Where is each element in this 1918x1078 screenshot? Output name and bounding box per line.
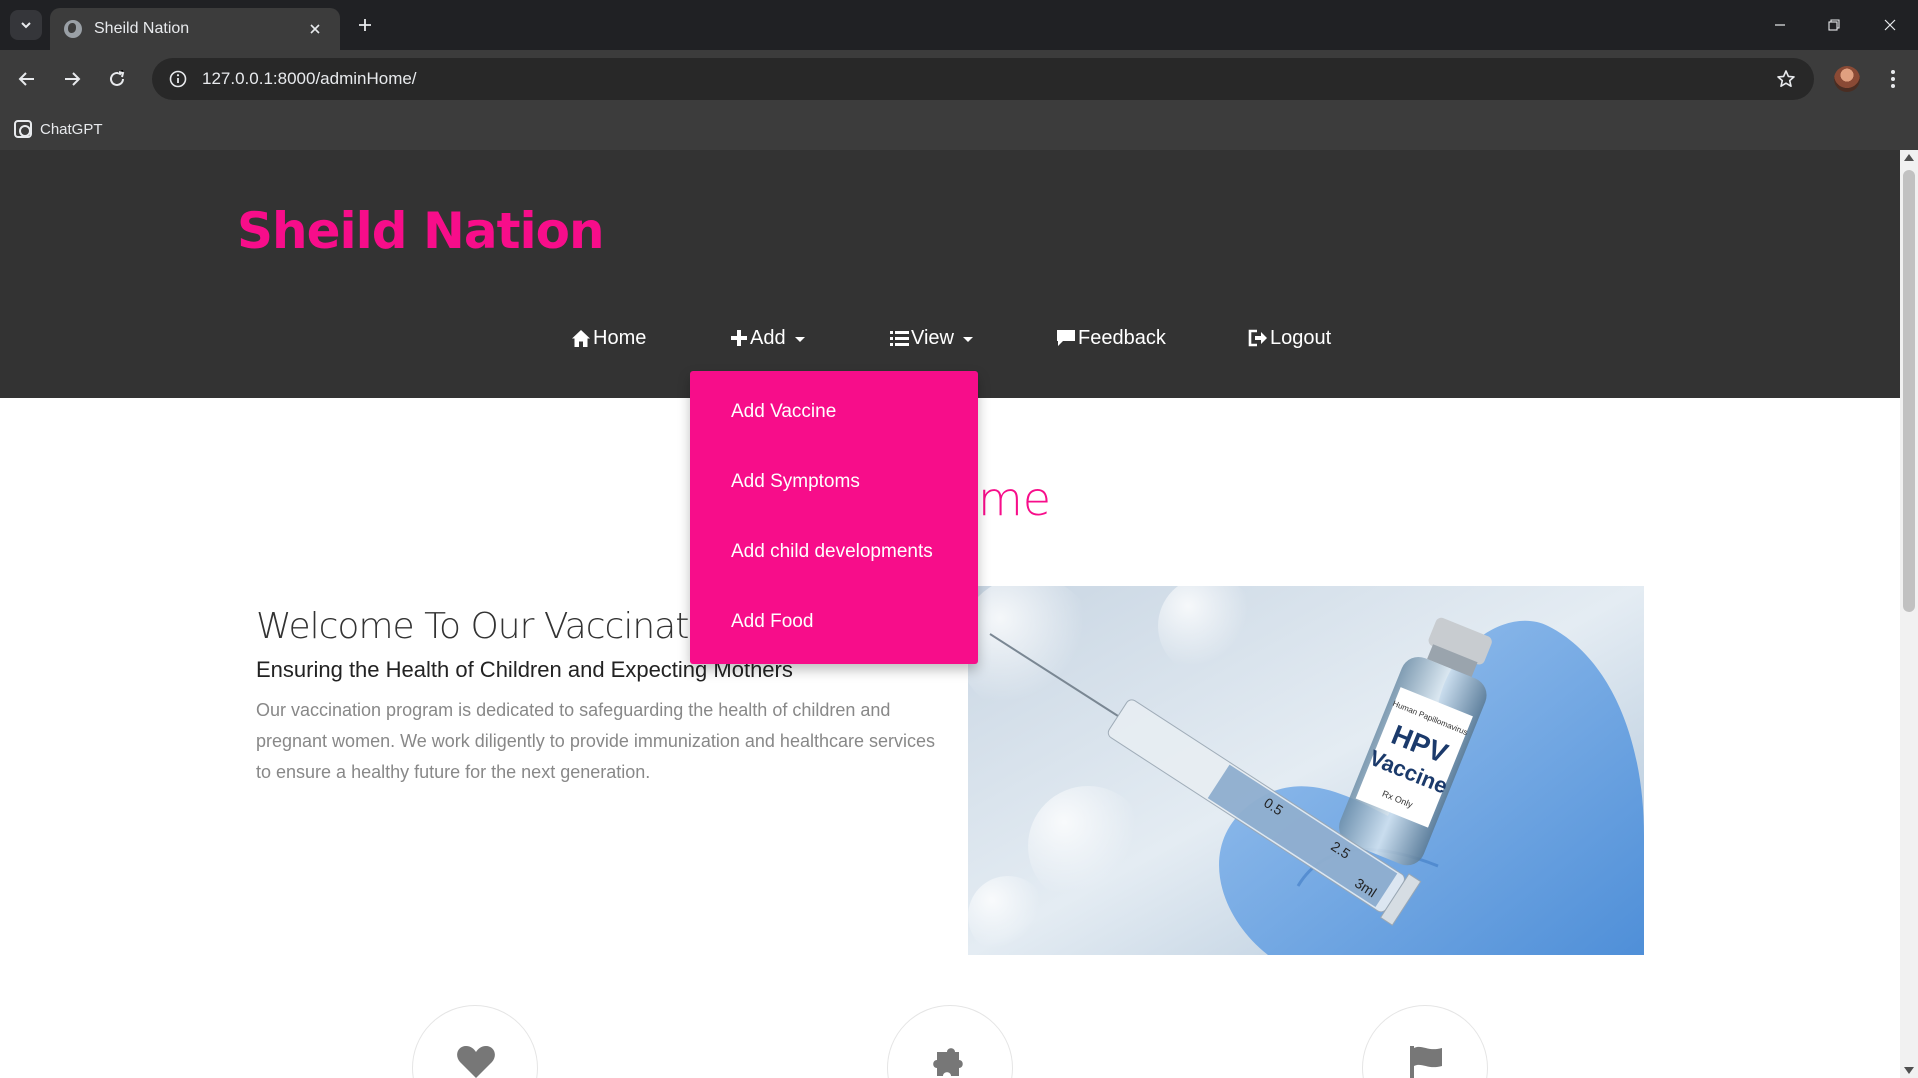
feature-goals: [1362, 1005, 1488, 1078]
menu-item-add-food[interactable]: Add Food: [731, 611, 813, 633]
section-title-visible: me: [978, 472, 1052, 526]
home-icon: [572, 329, 590, 347]
minimize-button[interactable]: [1752, 0, 1808, 50]
page-scrollbar[interactable]: [1900, 150, 1918, 1078]
chevron-down-icon: [21, 22, 31, 29]
flag-icon: [1410, 1046, 1442, 1078]
forward-button[interactable]: [55, 62, 89, 96]
logout-icon: [1248, 329, 1267, 347]
chatgpt-icon: [14, 120, 32, 138]
tab-title: Sheild Nation: [94, 20, 190, 37]
nav-add-label: Add: [750, 326, 786, 349]
nav-view[interactable]: View: [890, 318, 973, 358]
url-text[interactable]: 127.0.0.1:8000/adminHome/: [202, 69, 1766, 89]
scrollbar-thumb[interactable]: [1903, 170, 1915, 612]
plus-icon: [731, 330, 747, 346]
scroll-up-arrow-icon[interactable]: [1904, 154, 1914, 161]
scroll-down-arrow-icon[interactable]: [1904, 1067, 1914, 1074]
arrow-right-icon: [65, 72, 81, 86]
bookmarks-bar: ChatGPT: [0, 108, 1918, 150]
bookmark-chatgpt[interactable]: ChatGPT: [14, 116, 103, 142]
minimize-icon: [1775, 24, 1785, 26]
reload-icon: [110, 70, 125, 86]
about-body: Our vaccination program is dedicated to …: [256, 700, 936, 782]
arrow-left-icon: [18, 72, 34, 86]
nav-view-label: View: [911, 326, 954, 349]
restore-icon: [1828, 19, 1840, 31]
puzzle-icon: [933, 1048, 963, 1076]
main-nav: Home Add View Feedback Logout: [0, 318, 1900, 358]
menu-item-add-vaccine[interactable]: Add Vaccine: [731, 401, 836, 423]
list-icon: [890, 330, 909, 346]
browser-chrome: Sheild Nation 127.0.0.1:8000/adminHome/ …: [0, 0, 1918, 150]
nav-add[interactable]: Add: [730, 318, 805, 358]
close-icon: [1884, 19, 1896, 31]
site-info-icon[interactable]: [158, 58, 198, 100]
restore-button[interactable]: [1806, 0, 1862, 50]
browser-menu-button[interactable]: [1878, 62, 1908, 96]
more-vert-icon: [1891, 70, 1895, 88]
caret-down-icon: [963, 336, 973, 342]
feature-health: [412, 1005, 538, 1078]
new-tab-button[interactable]: [352, 12, 378, 38]
nav-feedback[interactable]: Feedback: [1056, 318, 1166, 358]
nav-home-label: Home: [593, 326, 647, 349]
comment-icon: [1057, 329, 1075, 346]
nav-logout[interactable]: Logout: [1248, 318, 1331, 358]
bookmark-label: ChatGPT: [40, 120, 103, 138]
plus-icon: [359, 19, 371, 31]
close-window-button[interactable]: [1862, 0, 1918, 50]
site-brand[interactable]: Sheild Nation: [237, 202, 605, 260]
nav-feedback-label: Feedback: [1078, 326, 1166, 349]
profile-avatar[interactable]: [1834, 66, 1860, 92]
heart-icon: [457, 1046, 495, 1078]
reload-button[interactable]: [100, 62, 134, 96]
site-header: Sheild Nation Home Add View Feedback Log…: [0, 150, 1900, 398]
page-viewport: Sheild Nation Home Add View Feedback Log…: [0, 150, 1918, 1078]
hero-vaccine-image: Human Papillomavirus HPV Vaccine Rx Only…: [968, 586, 1644, 955]
vaccine-photo: Human Papillomavirus HPV Vaccine Rx Only…: [968, 586, 1644, 955]
tab-strip: Sheild Nation: [0, 0, 1918, 50]
tab-search-button[interactable]: [10, 10, 42, 40]
caret-down-icon: [794, 336, 805, 342]
globe-icon: [64, 20, 82, 38]
back-button[interactable]: [10, 62, 44, 96]
feature-development: [887, 1005, 1013, 1078]
menu-item-add-child-developments[interactable]: Add child developments: [731, 541, 933, 563]
add-dropdown-menu: Add Vaccine Add Symptoms Add child devel…: [690, 371, 978, 664]
nav-home[interactable]: Home: [571, 318, 646, 358]
address-bar[interactable]: 127.0.0.1:8000/adminHome/: [152, 58, 1814, 100]
tab-close-icon[interactable]: [304, 18, 326, 40]
nav-logout-label: Logout: [1270, 326, 1332, 349]
menu-item-add-symptoms[interactable]: Add Symptoms: [731, 471, 860, 493]
bookmark-star-icon[interactable]: [1766, 58, 1806, 100]
browser-toolbar: 127.0.0.1:8000/adminHome/: [0, 50, 1918, 108]
browser-tab[interactable]: Sheild Nation: [50, 8, 340, 50]
